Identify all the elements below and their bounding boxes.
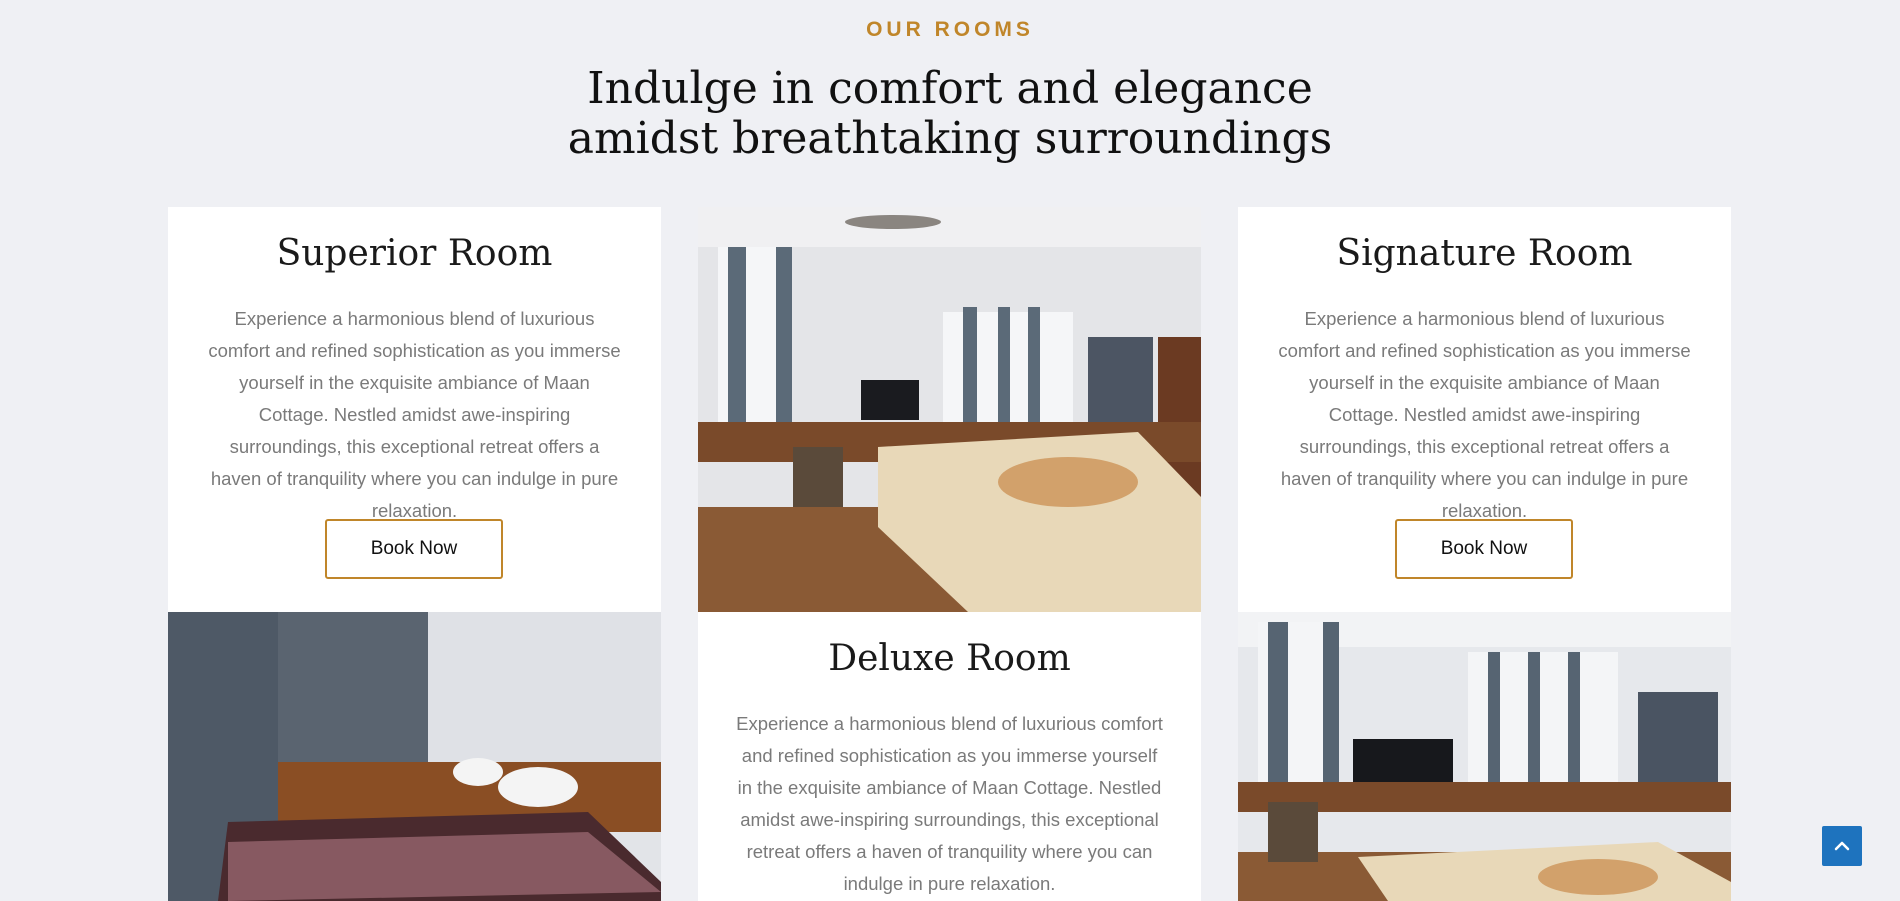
room-card-signature: Signature Room Experience a harmonious b…	[1238, 207, 1731, 612]
deluxe-room-photo	[698, 207, 1201, 612]
book-now-button[interactable]: Book Now	[1395, 519, 1573, 579]
superior-room-photo	[168, 612, 661, 901]
room-card-deluxe: Deluxe Room Experience a harmonious blen…	[698, 612, 1201, 901]
eyebrow: OUR ROOMS	[866, 18, 1034, 41]
heading-line-1: Indulge in comfort and elegance	[587, 63, 1313, 114]
scroll-to-top-button[interactable]	[1822, 826, 1862, 866]
room-description: Experience a harmonious blend of luxurio…	[1278, 308, 1691, 521]
bedroom-image	[168, 612, 661, 901]
room-description: Experience a harmonious blend of luxurio…	[736, 713, 1163, 894]
room-title: Signature Room	[1336, 233, 1633, 274]
room-title: Superior Room	[276, 233, 553, 274]
room-card-superior: Superior Room Experience a harmonious bl…	[168, 207, 661, 612]
book-now-button[interactable]: Book Now	[325, 519, 503, 579]
signature-room-photo	[1238, 612, 1731, 901]
section-heading: Indulge in comfort and elegance amidst b…	[0, 64, 1900, 164]
bedroom-image	[1238, 612, 1731, 901]
chevron-up-icon	[1834, 841, 1850, 851]
room-title: Deluxe Room	[828, 638, 1071, 679]
bedroom-image	[698, 207, 1201, 612]
heading-line-2: amidst breathtaking surroundings	[567, 113, 1333, 164]
room-description: Experience a harmonious blend of luxurio…	[208, 308, 621, 521]
